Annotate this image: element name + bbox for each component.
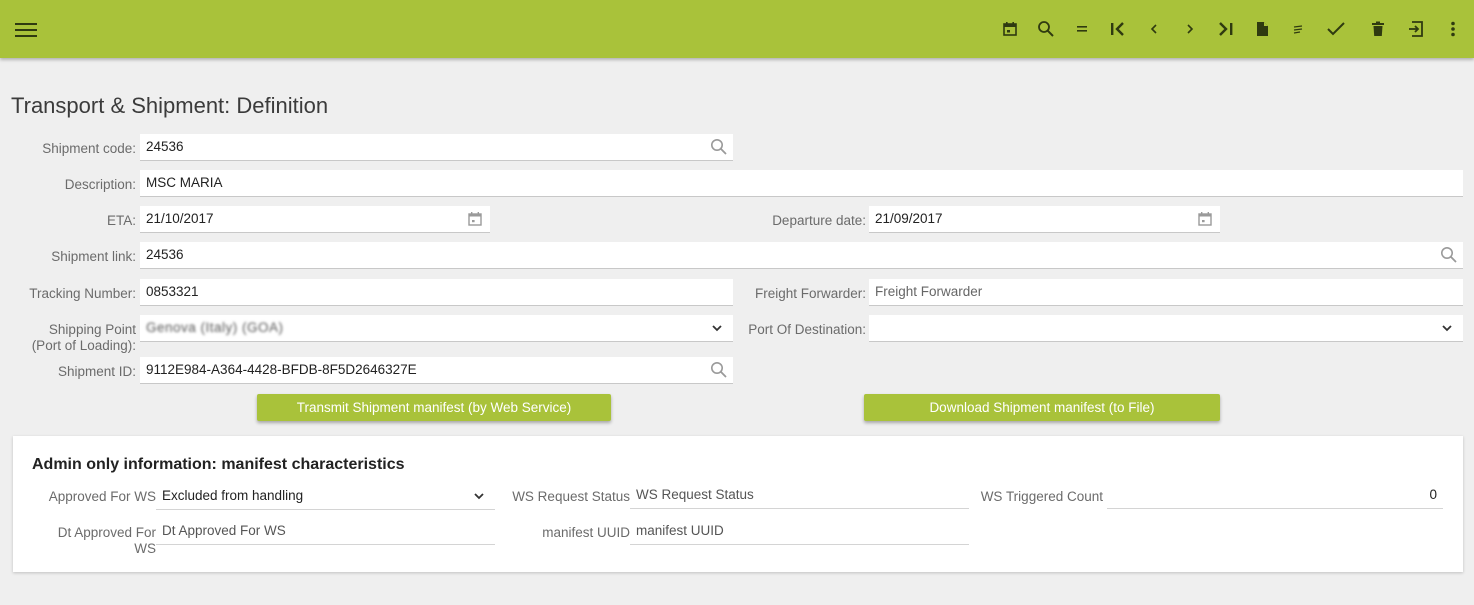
transmit-manifest-button[interactable]: Transmit Shipment manifest (by Web Servi… <box>257 394 611 421</box>
departure-date-value: 21/09/2017 <box>875 211 943 226</box>
calendar-icon[interactable] <box>1195 209 1215 229</box>
search-icon[interactable] <box>1031 14 1061 44</box>
dt-approved-label-line2: WS <box>134 541 156 556</box>
tracking-number-label: Tracking Number: <box>29 286 136 301</box>
equals-icon[interactable] <box>1067 14 1097 44</box>
ws-request-status-field[interactable]: WS Request Status <box>630 483 969 509</box>
approved-for-ws-label: Approved For WS <box>48 489 156 504</box>
shipping-point-select[interactable]: Genova (Italy) (GOA) <box>140 315 733 342</box>
ws-request-status-placeholder: WS Request Status <box>636 487 754 502</box>
dt-approved-for-ws-field[interactable]: Dt Approved For WS <box>156 519 495 545</box>
search-icon[interactable] <box>709 137 729 157</box>
dt-approved-label-line1: Dt Approved For <box>57 525 156 540</box>
manifest-uuid-field[interactable]: manifest UUID <box>630 519 969 545</box>
shipment-link-label: Shipment link: <box>51 249 136 264</box>
last-record-icon[interactable] <box>1211 14 1241 44</box>
shipping-point-label-line1: Shipping Point <box>48 322 136 337</box>
port-of-destination-label: Port Of Destination: <box>748 322 866 337</box>
trash-icon[interactable] <box>1363 14 1393 44</box>
shipping-point-label: Shipping Point (Port of Loading): <box>0 322 136 354</box>
tracking-number-value: 0853321 <box>146 284 199 299</box>
next-record-icon[interactable] <box>1175 14 1205 44</box>
shipment-id-label: Shipment ID: <box>57 364 136 379</box>
ws-triggered-count-value: 0 <box>1429 487 1437 502</box>
chevron-down-icon[interactable] <box>469 486 489 506</box>
shipping-point-value: Genova (Italy) (GOA) <box>146 320 284 335</box>
dt-approved-for-ws-placeholder: Dt Approved For WS <box>162 523 286 538</box>
shipment-id-value: 9112E984-A364-4428-BFDB-8F5D2646327E <box>146 362 417 377</box>
checkmark-icon[interactable] <box>1321 14 1351 44</box>
freight-forwarder-placeholder: Freight Forwarder <box>875 284 983 299</box>
tracking-number-field[interactable]: 0853321 <box>140 279 733 306</box>
port-of-destination-select[interactable] <box>869 315 1463 342</box>
admin-section-title: Admin only information: manifest charact… <box>32 456 405 473</box>
approved-for-ws-select[interactable]: Excluded from handling <box>156 484 495 510</box>
eta-value: 21/10/2017 <box>146 211 214 226</box>
shipment-link-value: 24536 <box>146 247 184 262</box>
list-icon[interactable] <box>1283 14 1313 44</box>
description-value: MSC MARIA <box>146 175 223 190</box>
new-document-icon[interactable] <box>1247 14 1277 44</box>
ws-triggered-count-field[interactable]: 0 <box>1107 483 1443 509</box>
page-title: Transport & Shipment: Definition <box>11 93 329 118</box>
shipment-code-field[interactable]: 24536 <box>140 134 733 161</box>
download-manifest-button[interactable]: Download Shipment manifest (to File) <box>864 394 1220 421</box>
departure-date-label: Departure date: <box>772 213 866 228</box>
approved-for-ws-value: Excluded from handling <box>162 488 304 503</box>
manifest-uuid-placeholder: manifest UUID <box>636 523 724 538</box>
shipment-code-value: 24536 <box>146 139 184 154</box>
eta-label: ETA: <box>106 213 136 228</box>
previous-record-icon[interactable] <box>1139 14 1169 44</box>
departure-date-field[interactable]: 21/09/2017 <box>869 206 1220 233</box>
calendar-icon[interactable] <box>465 209 485 229</box>
exit-icon[interactable] <box>1401 14 1431 44</box>
manifest-uuid-label: manifest UUID <box>542 525 630 540</box>
dt-approved-for-ws-label: Dt Approved For WS <box>13 525 156 557</box>
first-record-icon[interactable] <box>1103 14 1133 44</box>
eta-field[interactable]: 21/10/2017 <box>140 206 490 233</box>
calendar-icon[interactable] <box>995 14 1025 44</box>
shipment-id-field[interactable]: 9112E984-A364-4428-BFDB-8F5D2646327E <box>140 357 733 384</box>
ws-request-status-label: WS Request Status <box>512 489 630 504</box>
ws-triggered-count-label: WS Triggered Count <box>980 489 1103 504</box>
search-icon[interactable] <box>1439 245 1459 265</box>
top-toolbar <box>0 0 1474 58</box>
more-vertical-icon[interactable] <box>1438 14 1468 44</box>
shipping-point-label-line2: (Port of Loading): <box>31 338 136 353</box>
hamburger-menu-icon[interactable] <box>13 19 39 41</box>
shipment-code-label: Shipment code: <box>42 141 136 156</box>
shipment-link-field[interactable]: 24536 <box>140 242 1463 269</box>
description-label: Description: <box>64 177 136 192</box>
admin-info-card: Admin only information: manifest charact… <box>13 436 1463 572</box>
chevron-down-icon[interactable] <box>1437 318 1457 338</box>
freight-forwarder-field[interactable]: Freight Forwarder <box>869 279 1463 306</box>
search-icon[interactable] <box>709 360 729 380</box>
freight-forwarder-label: Freight Forwarder: <box>754 286 866 301</box>
description-field[interactable]: MSC MARIA <box>140 170 1463 197</box>
